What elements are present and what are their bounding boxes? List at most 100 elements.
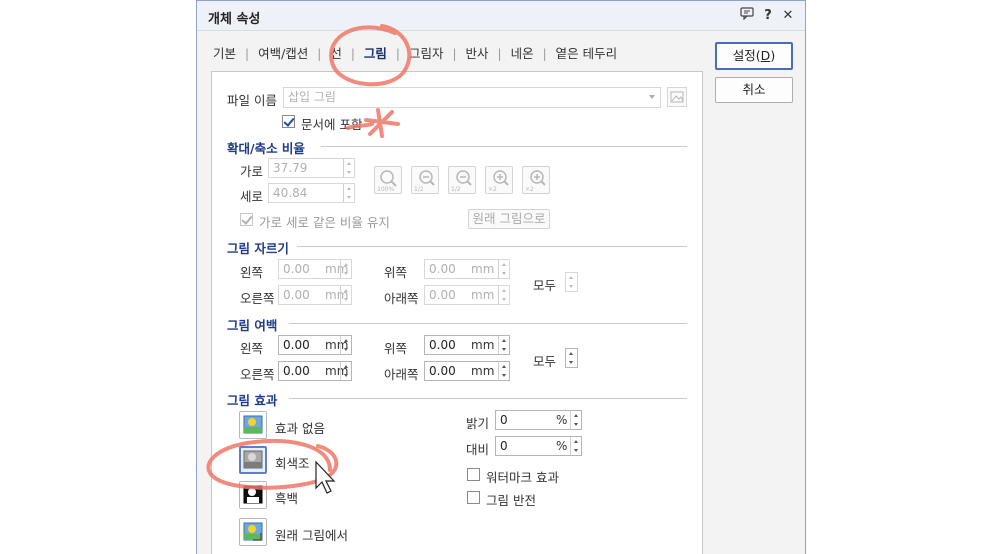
- height-input[interactable]: 40.84: [268, 183, 355, 203]
- file-name-value: 삽입 그림: [288, 90, 336, 104]
- tab-reflection[interactable]: 반사: [464, 43, 491, 62]
- margin-bottom-unit: mm: [471, 364, 495, 378]
- effect-grayscale-button[interactable]: [239, 446, 267, 474]
- margin-right-input[interactable]: 0.00 mm: [278, 361, 352, 381]
- contrast-input[interactable]: 0 %: [495, 436, 582, 456]
- browse-folder-button[interactable]: [667, 87, 687, 107]
- crop-all-label: 모두: [533, 278, 557, 293]
- ok-label: 설정(: [732, 48, 761, 63]
- margin-right-value: 0.00: [283, 364, 310, 378]
- margin-section-title: 그림 여백: [227, 318, 278, 333]
- embed-in-document-checkbox[interactable]: [282, 115, 295, 128]
- zoom-in-icon: ×2: [525, 170, 546, 193]
- section-divider: [297, 246, 687, 247]
- grayscale-picture-icon: [243, 450, 263, 469]
- help-icon[interactable]: ?: [759, 7, 777, 25]
- crop-all-spinner[interactable]: [565, 272, 578, 292]
- picture-tab-panel: 파일 이름 삽입 그림 문서에 포함 확대/축소 비율 가로 37.79 세로 …: [211, 71, 703, 554]
- tab-divider: |: [245, 47, 250, 61]
- margin-top-value: 0.00: [429, 338, 456, 352]
- black-white-picture-icon: [243, 485, 263, 504]
- file-name-combo[interactable]: 삽입 그림: [283, 87, 661, 108]
- tab-shadow[interactable]: 그림자: [407, 43, 446, 62]
- crop-bottom-input[interactable]: 0.00 mm: [424, 285, 510, 305]
- crop-section-title: 그림 자르기: [227, 241, 289, 256]
- margin-all-spinner[interactable]: [565, 348, 578, 368]
- zoom-out-double-button[interactable]: 1/2: [448, 166, 476, 194]
- margin-top-label: 위쪽: [384, 341, 408, 356]
- zoom-in-double-button[interactable]: ×2: [522, 166, 550, 194]
- width-spinner[interactable]: [343, 159, 354, 177]
- effect-none-button[interactable]: [239, 411, 267, 439]
- crop-right-value: 0.00: [283, 288, 310, 302]
- tab-line[interactable]: 선: [328, 43, 344, 62]
- zoom-out-half-button[interactable]: 1/2: [411, 166, 439, 194]
- watermark-label: 워터마크 효과: [486, 470, 559, 485]
- file-name-label: 파일 이름: [227, 93, 277, 108]
- margin-top-spinner[interactable]: [498, 336, 509, 354]
- height-value: 40.84: [273, 186, 308, 200]
- width-input[interactable]: 37.79: [268, 158, 355, 178]
- tab-soft-edge[interactable]: 옅은 테두리: [554, 43, 619, 62]
- zoom-in-icon: ×2: [488, 170, 509, 193]
- crop-bottom-spinner[interactable]: [498, 286, 509, 304]
- margin-left-value: 0.00: [283, 338, 310, 352]
- contrast-spinner[interactable]: [570, 437, 581, 455]
- tab-margin-caption[interactable]: 여백/캡션: [256, 43, 310, 62]
- margin-bottom-value: 0.00: [429, 364, 456, 378]
- embed-in-document-label: 문서에 포함: [301, 117, 363, 132]
- zoom-out-half-text: 1/2: [414, 186, 424, 193]
- color-picture-icon: [243, 415, 263, 434]
- zoom-100-button[interactable]: 100%: [374, 166, 402, 194]
- tab-divider: |: [317, 47, 322, 61]
- tab-glow[interactable]: 네온: [509, 43, 536, 62]
- effect-black-white-button[interactable]: [239, 481, 267, 509]
- crop-top-spinner[interactable]: [498, 260, 509, 278]
- comment-icon[interactable]: [738, 7, 756, 25]
- original-picture-icon: [243, 522, 263, 541]
- cancel-button[interactable]: 취소: [715, 77, 793, 103]
- effect-grayscale-label[interactable]: 회색조: [275, 453, 310, 472]
- watermark-checkbox[interactable]: [467, 468, 480, 481]
- zoom-100-icon: 100%: [377, 170, 397, 193]
- tab-divider: |: [350, 47, 355, 61]
- margin-bottom-spinner[interactable]: [498, 362, 509, 380]
- margin-all-label: 모두: [533, 354, 557, 369]
- margin-left-input[interactable]: 0.00 mm: [278, 335, 352, 355]
- tab-basic[interactable]: 기본: [211, 43, 238, 62]
- crop-top-value: 0.00: [429, 262, 456, 276]
- margin-top-unit: mm: [471, 338, 495, 352]
- title-bar: 개체 속성 ? ✕: [197, 1, 805, 31]
- crop-left-input[interactable]: 0.00 mm: [278, 259, 352, 279]
- brightness-input[interactable]: 0 %: [495, 410, 582, 430]
- crop-bottom-value: 0.00: [429, 288, 456, 302]
- margin-right-spinner[interactable]: [340, 362, 351, 380]
- crop-right-label: 오른쪽: [240, 291, 275, 306]
- zoom-in-half-button[interactable]: ×2: [485, 166, 513, 194]
- crop-right-spinner[interactable]: [340, 286, 351, 304]
- keep-ratio-label: 가로 세로 같은 비율 유지: [259, 215, 390, 230]
- brightness-label: 밝기: [466, 416, 490, 431]
- crop-all-spin-arrows: [566, 273, 577, 291]
- height-spinner[interactable]: [343, 184, 354, 202]
- tab-divider: |: [395, 47, 400, 61]
- margin-bottom-input[interactable]: 0.00 mm: [424, 361, 510, 381]
- brightness-spinner[interactable]: [570, 411, 581, 429]
- crop-right-input[interactable]: 0.00 mm: [278, 285, 352, 305]
- contrast-value: 0: [500, 439, 508, 453]
- close-icon[interactable]: ✕: [779, 7, 797, 25]
- effect-none-label[interactable]: 효과 없음: [275, 418, 325, 437]
- crop-top-input[interactable]: 0.00 mm: [424, 259, 510, 279]
- margin-top-input[interactable]: 0.00 mm: [424, 335, 510, 355]
- margin-left-spinner[interactable]: [340, 336, 351, 354]
- crop-left-spinner[interactable]: [340, 260, 351, 278]
- brightness-percent: %: [556, 413, 568, 427]
- original-picture-button[interactable]: 원래 그림으로: [468, 209, 550, 229]
- tab-picture[interactable]: 그림: [362, 43, 389, 62]
- effect-original-button[interactable]: [239, 518, 267, 546]
- effect-black-white-label[interactable]: 흑백: [275, 488, 298, 507]
- ok-button[interactable]: 설정(D): [715, 42, 793, 70]
- invert-checkbox[interactable]: [467, 491, 480, 504]
- keep-ratio-checkbox[interactable]: [240, 213, 253, 226]
- effect-original-label[interactable]: 원래 그림에서: [275, 525, 348, 544]
